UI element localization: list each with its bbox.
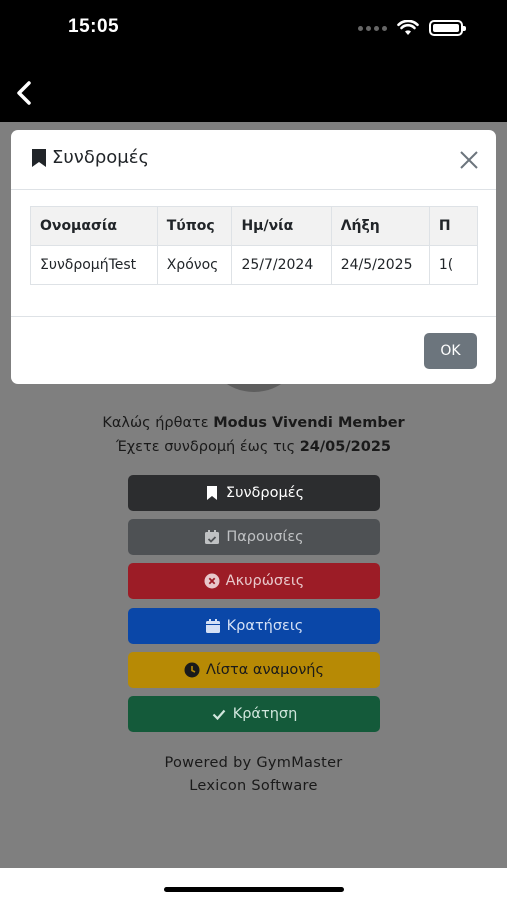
home-indicator[interactable] bbox=[164, 887, 344, 892]
welcome-text: Καλώς ήρθατε Modus Vivendi Member bbox=[0, 415, 507, 431]
table-cell: 24/5/2025 bbox=[330, 245, 430, 285]
table-cell: 25/7/2024 bbox=[231, 245, 332, 285]
modal-title: Συνδρομές bbox=[30, 147, 149, 168]
modal-body: Ονομασία Τύπος Ημ/νία Λήξη Π ΣυνδρομήTes… bbox=[11, 190, 496, 317]
table-cell: ΣυνδρομήTest bbox=[30, 245, 158, 285]
status-icons bbox=[358, 20, 466, 36]
reserve-button[interactable]: Κράτηση bbox=[128, 696, 380, 732]
calendar-icon bbox=[205, 619, 220, 633]
column-header: Ημ/νία bbox=[231, 206, 332, 246]
subscriptions-button[interactable]: Συνδρομές bbox=[128, 475, 380, 511]
modal-header: Συνδρομές bbox=[11, 130, 496, 190]
home-area bbox=[0, 868, 507, 900]
table-row: ΣυνδρομήTest Χρόνος 25/7/2024 24/5/2025 … bbox=[30, 245, 478, 285]
clock-icon bbox=[184, 662, 200, 678]
welcome-prefix: Καλώς ήρθατε bbox=[102, 415, 214, 431]
attendance-button[interactable]: Παρουσίες bbox=[128, 519, 380, 555]
column-header: Τύπος bbox=[156, 206, 233, 246]
subscription-prefix: Έχετε συνδρομή έως τις bbox=[115, 439, 300, 455]
calendar-check-icon bbox=[205, 530, 220, 544]
column-header: Ονομασία bbox=[30, 206, 158, 246]
powered-by-text: Powered by GymMaster bbox=[164, 755, 343, 771]
table-cell: Χρόνος bbox=[156, 245, 233, 285]
subscription-until: 24/05/2025 bbox=[299, 439, 392, 455]
back-icon[interactable] bbox=[12, 78, 38, 108]
subscriptions-modal: Συνδρομές Ονομασία Τύπος Ημ/νία Λήξη Π Σ… bbox=[11, 130, 496, 384]
attendance-label: Παρουσίες bbox=[226, 529, 304, 545]
status-time: 15:05 bbox=[68, 16, 120, 37]
reserve-label: Κράτηση bbox=[232, 706, 298, 722]
wifi-icon bbox=[397, 20, 419, 35]
battery-icon bbox=[429, 20, 466, 36]
cancellations-label: Ακυρώσεις bbox=[225, 573, 305, 589]
column-header: Π bbox=[428, 206, 478, 246]
waitlist-button[interactable]: Λίστα αναμονής bbox=[128, 652, 380, 688]
modal-title-text: Συνδρομές bbox=[52, 147, 150, 168]
table-cell: 1( bbox=[428, 245, 478, 285]
close-icon[interactable] bbox=[459, 150, 479, 170]
signal-icon bbox=[358, 25, 387, 31]
member-name: Modus Vivendi Member bbox=[213, 415, 405, 431]
bookings-button[interactable]: Κρατήσεις bbox=[128, 608, 380, 644]
subscription-text: Έχετε συνδρομή έως τις 24/05/2025 bbox=[0, 439, 507, 455]
company-text: Lexicon Software bbox=[189, 778, 318, 794]
status-bar: 15:05 bbox=[0, 0, 507, 60]
bookings-label: Κρατήσεις bbox=[226, 618, 304, 634]
bookmark-icon bbox=[32, 148, 46, 167]
bookmark-icon bbox=[206, 486, 217, 500]
cancellations-button[interactable]: Ακυρώσεις bbox=[128, 563, 380, 599]
subscriptions-label: Συνδρομές bbox=[225, 485, 305, 501]
waitlist-label: Λίστα αναμονής bbox=[205, 662, 325, 678]
table-header-row: Ονομασία Τύπος Ημ/νία Λήξη Π bbox=[30, 206, 478, 246]
subscriptions-table-wrap[interactable]: Ονομασία Τύπος Ημ/νία Λήξη Π ΣυνδρομήTes… bbox=[30, 206, 478, 286]
check-icon bbox=[212, 709, 226, 721]
nav-bar bbox=[0, 60, 507, 122]
subscriptions-table: Ονομασία Τύπος Ημ/νία Λήξη Π ΣυνδρομήTes… bbox=[30, 206, 478, 285]
column-header: Λήξη bbox=[330, 206, 430, 246]
circle-x-icon bbox=[204, 573, 220, 589]
ok-button[interactable]: OK bbox=[424, 333, 477, 369]
